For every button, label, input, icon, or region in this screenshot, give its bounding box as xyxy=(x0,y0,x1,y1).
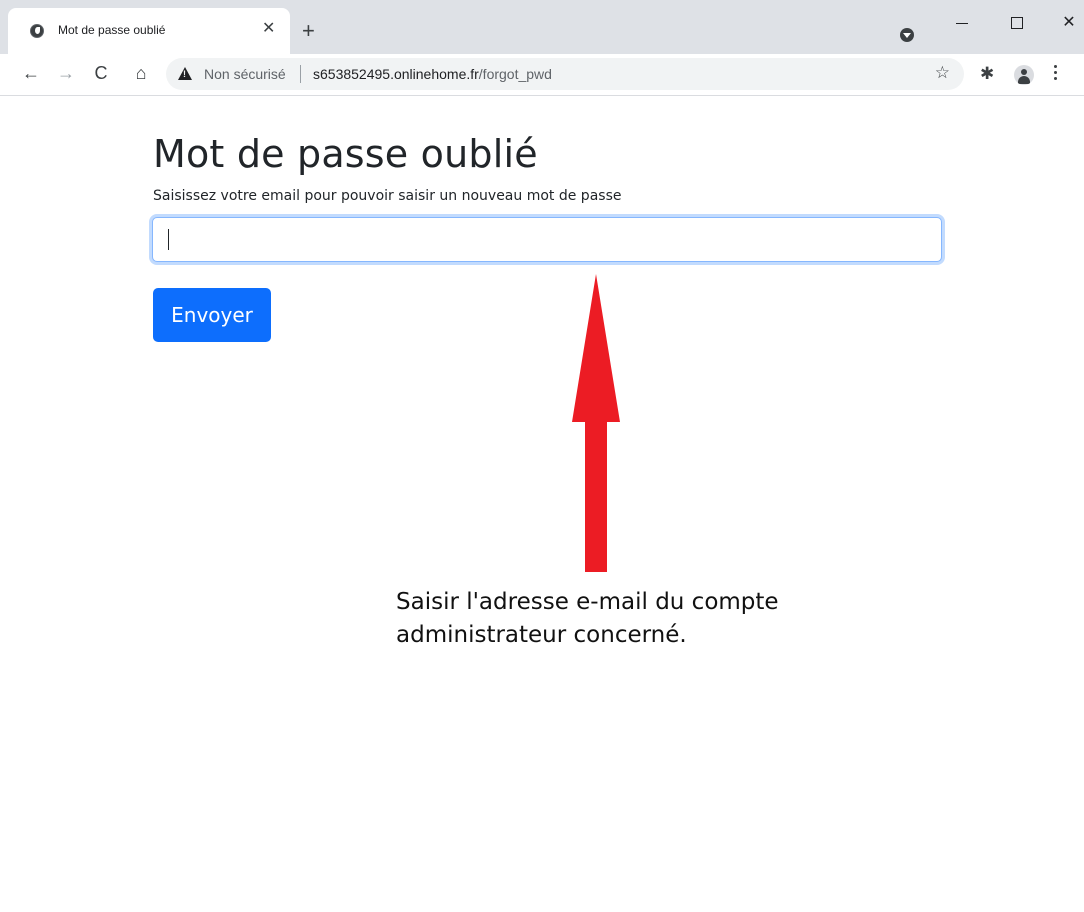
menu-dot xyxy=(1054,77,1057,80)
url-host: s653852495.onlinehome.fr xyxy=(313,66,479,82)
arrow-shape xyxy=(572,274,620,572)
security-status-label[interactable]: Non sécurisé xyxy=(204,66,286,82)
page-title: Mot de passe oublié xyxy=(153,132,538,176)
browser-window: Mot de passe oublié ✕ + ✕ ← → C ⌂ Non sé… xyxy=(0,0,1084,912)
kebab-menu-icon[interactable] xyxy=(1054,64,1058,84)
send-button[interactable]: Envoyer xyxy=(153,288,271,342)
tab-strip: Mot de passe oublié ✕ + ✕ xyxy=(0,0,1084,54)
page-subtitle: Saisissez votre email pour pouvoir saisi… xyxy=(153,188,622,204)
url-text[interactable]: s653852495.onlinehome.fr/forgot_pwd xyxy=(313,66,552,82)
address-bar-divider xyxy=(300,65,301,83)
profile-avatar-icon[interactable] xyxy=(1014,65,1034,85)
menu-dot xyxy=(1054,65,1057,68)
forward-arrow-icon[interactable]: → xyxy=(55,62,77,84)
new-tab-button[interactable]: + xyxy=(302,20,315,42)
email-input[interactable] xyxy=(152,217,942,262)
extensions-puzzle-icon[interactable]: ✱ xyxy=(980,63,994,85)
browser-toolbar: ← → C ⌂ Non sécurisé s653852495.onlineho… xyxy=(0,54,1084,96)
annotation-line-1: Saisir l'adresse e-mail du compte xyxy=(396,589,779,615)
address-bar[interactable]: Non sécurisé s653852495.onlinehome.fr/fo… xyxy=(166,58,964,90)
maximize-icon xyxy=(1011,17,1023,29)
reload-icon[interactable]: C xyxy=(90,62,112,84)
home-icon[interactable]: ⌂ xyxy=(130,62,152,84)
site-favicon-icon xyxy=(30,24,44,38)
back-arrow-icon[interactable]: ← xyxy=(20,62,42,84)
page-content: Mot de passe oublié Saisissez votre emai… xyxy=(0,96,1084,912)
tab-search-icon[interactable] xyxy=(900,28,914,42)
warning-icon[interactable] xyxy=(178,67,192,80)
annotation-text: Saisir l'adresse e-mail du compte admini… xyxy=(396,586,836,652)
maximize-button[interactable] xyxy=(1002,8,1032,38)
text-caret xyxy=(168,229,169,250)
active-tab[interactable]: Mot de passe oublié ✕ xyxy=(8,8,290,54)
minimize-button[interactable] xyxy=(948,8,978,38)
url-path: /forgot_pwd xyxy=(478,66,552,82)
minimize-icon xyxy=(956,23,968,24)
bookmark-star-icon[interactable]: ☆ xyxy=(935,63,950,83)
tab-close-icon[interactable]: ✕ xyxy=(262,21,275,37)
annotation-line-2: administrateur concerné. xyxy=(396,622,687,648)
tab-title: Mot de passe oublié xyxy=(58,23,166,37)
annotation-arrow-icon xyxy=(572,274,620,572)
menu-dot xyxy=(1054,71,1057,74)
window-close-button[interactable]: ✕ xyxy=(1054,8,1084,38)
